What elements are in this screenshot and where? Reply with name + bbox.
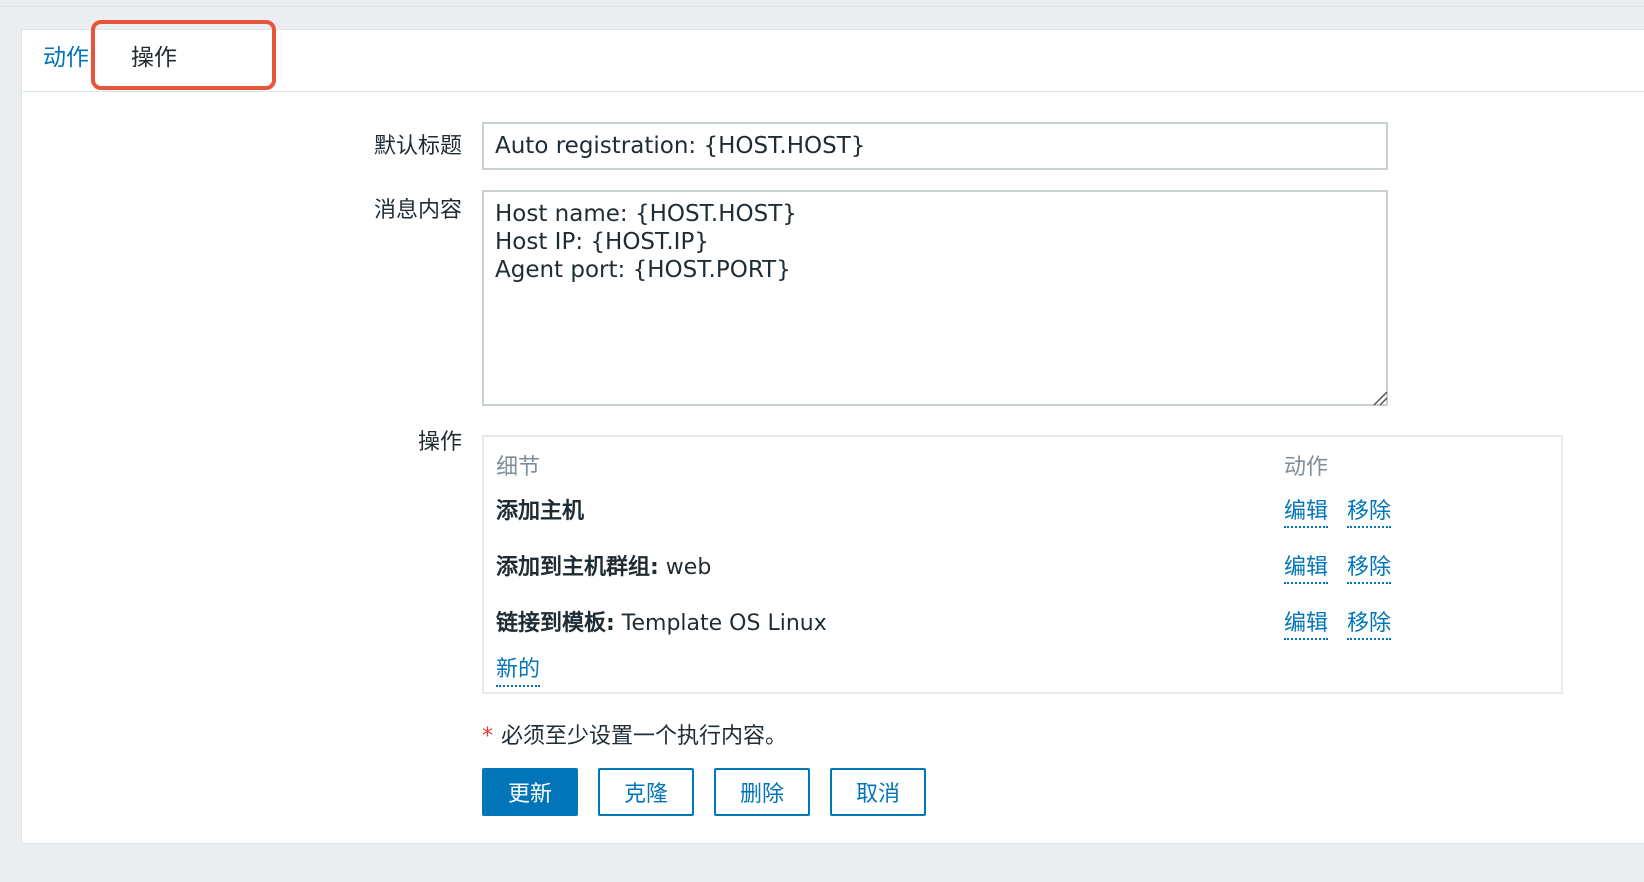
cancel-button[interactable]: 取消	[830, 768, 926, 816]
operation-type: 添加到主机群组:	[496, 555, 659, 580]
remove-link[interactable]: 移除	[1347, 499, 1392, 528]
row-actions: 编辑 移除	[1284, 493, 1403, 528]
column-header-details: 细节	[496, 455, 541, 480]
column-header-action: 动作	[1284, 455, 1329, 480]
update-button[interactable]: 更新	[482, 768, 578, 816]
edit-link[interactable]: 编辑	[1284, 499, 1329, 528]
row-actions: 编辑 移除	[1284, 605, 1403, 640]
operations-label: 操作	[417, 430, 462, 455]
table-row: 添加到主机群组: web	[496, 549, 711, 581]
tab-action[interactable]: 动作	[43, 42, 89, 74]
resize-handle-icon[interactable]	[1372, 390, 1388, 406]
table-row: 添加主机	[496, 493, 584, 525]
message-textarea[interactable]: Host name: {HOST.HOST} Host IP: {HOST.IP…	[482, 190, 1388, 406]
remove-link[interactable]: 移除	[1347, 611, 1392, 640]
row-actions: 编辑 移除	[1284, 549, 1403, 584]
required-note-text: 必须至少设置一个执行内容。	[501, 724, 788, 749]
operation-detail: web	[658, 555, 712, 580]
delete-button[interactable]: 删除	[714, 768, 810, 816]
default-title-label: 默认标题	[373, 134, 462, 159]
highlight-annotation	[91, 20, 276, 90]
operation-type: 添加主机	[496, 499, 585, 524]
edit-link[interactable]: 编辑	[1284, 611, 1329, 640]
new-operation-link[interactable]: 新的	[496, 651, 541, 687]
operations-table: 细节 动作 添加主机 编辑 移除 添加到主机群组: web 编辑 移除 链接到模…	[482, 435, 1563, 694]
top-strip	[0, 0, 1644, 7]
edit-link[interactable]: 编辑	[1284, 555, 1329, 584]
required-note: * 必须至少设置一个执行内容。	[482, 718, 787, 750]
message-label: 消息内容	[373, 198, 462, 223]
required-asterisk: *	[482, 724, 493, 749]
table-row: 链接到模板: Template OS Linux	[496, 605, 827, 637]
remove-link[interactable]: 移除	[1347, 555, 1392, 584]
operation-type: 链接到模板:	[496, 611, 615, 636]
clone-button[interactable]: 克隆	[598, 768, 694, 816]
operation-detail: Template OS Linux	[614, 611, 827, 636]
default-title-input[interactable]	[482, 122, 1388, 170]
